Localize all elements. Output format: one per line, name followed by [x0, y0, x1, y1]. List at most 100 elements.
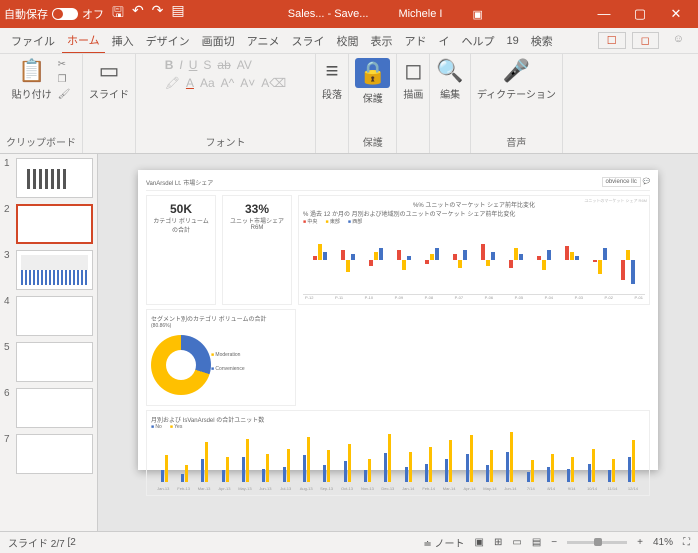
spacing-button[interactable]: AV — [237, 58, 252, 72]
dictation-button[interactable]: 🎤 ディクテーション — [477, 58, 556, 101]
mic-icon: 🎤 — [503, 58, 530, 84]
shapes-icon: ◻ — [404, 58, 422, 84]
slideshow-icon[interactable]: ▤ — [171, 2, 184, 26]
tab-insert[interactable]: 挿入 — [107, 29, 139, 53]
clear-format-button[interactable]: A⌫ — [261, 76, 286, 90]
chart-monthly-units: 月別および IsVanArsdel の合計ユニット数 No Yes Jan-13… — [146, 410, 650, 496]
view-reading-icon[interactable]: ▭ — [512, 537, 521, 548]
protect-button[interactable]: 🔒 保護 — [355, 58, 390, 105]
drawing-button[interactable]: ◻ 描画 — [403, 58, 423, 101]
tab-view[interactable]: 表示 — [365, 29, 397, 53]
ribbon-display-icon[interactable]: ▣ — [472, 8, 482, 21]
notes-button[interactable]: ≐ ノート — [423, 535, 464, 550]
thumb-7[interactable]: 7 — [4, 434, 93, 474]
comments-button[interactable]: ◻ — [632, 32, 659, 49]
strike-button[interactable]: ab — [217, 58, 230, 72]
legend-item: 西部 — [348, 218, 362, 225]
zoom-out-button[interactable]: − — [551, 537, 557, 548]
underline-button[interactable]: U — [189, 58, 198, 72]
donut-icon — [151, 335, 211, 395]
lock-icon: 🔒 — [355, 58, 390, 88]
font-color-button[interactable]: A — [186, 76, 194, 90]
cut-icon[interactable]: ✂ — [58, 59, 71, 70]
tab-19[interactable]: 19 — [501, 31, 523, 51]
toggle-icon[interactable] — [52, 8, 78, 20]
tab-file[interactable]: ファイル — [6, 29, 60, 53]
maximize-button[interactable]: ▢ — [622, 6, 658, 22]
editing-button[interactable]: 🔍 編集 — [436, 58, 463, 101]
save-icon[interactable]: 🖫 — [112, 2, 124, 26]
tab-design[interactable]: デザイン — [141, 29, 195, 53]
dictation-label: ディクテーション — [477, 86, 556, 101]
paste-label: 貼り付け — [12, 86, 52, 101]
tab-review[interactable]: 校閲 — [331, 29, 363, 53]
thumb-2[interactable]: 2 — [4, 204, 93, 244]
group-drawing: ◻ 描画 — [397, 54, 430, 153]
thumb-4[interactable]: 4 — [4, 296, 93, 336]
group-protect: 🔒 保護 保護 — [349, 54, 397, 153]
thumb-5[interactable]: 5 — [4, 342, 93, 382]
group-label: 音声 — [506, 134, 526, 149]
obvience-label: obvience llc — [602, 177, 641, 187]
current-slide[interactable]: VanArsdel Lt. 市場シェア obvience llc 💬 50K カ… — [138, 170, 658, 470]
thumb-6[interactable]: 6 — [4, 388, 93, 428]
chart-segment-donut: セグメント別のカテゴリ ボリュームの合計 (80.86%) Moderation… — [146, 309, 296, 406]
editing-label: 編集 — [440, 86, 460, 101]
paste-button[interactable]: 📋 貼り付け — [12, 58, 52, 101]
title-bar: 自動保存 オフ 🖫 ↶ ↷ ▤ Sales... - Save... Miche… — [0, 0, 698, 28]
redo-icon[interactable]: ↷ — [152, 2, 164, 26]
shadow-button[interactable]: S — [203, 58, 211, 72]
paragraph-button[interactable]: ≡ 段落 — [322, 58, 342, 101]
group-paragraph: ≡ 段落 — [316, 54, 349, 153]
paragraph-label: 段落 — [322, 86, 342, 101]
legend-item: 中央 — [303, 218, 317, 225]
undo-icon[interactable]: ↶ — [132, 2, 144, 26]
view-normal-icon[interactable]: ▣ — [475, 537, 484, 548]
shrink-font-button[interactable]: A˅ — [240, 76, 255, 90]
italic-button[interactable]: I — [179, 58, 182, 72]
language-indicator[interactable]: [2 — [67, 537, 75, 548]
kpi-label: ユニット市場シェア R6M — [229, 216, 285, 231]
slide-editor[interactable]: VanArsdel Lt. 市場シェア obvience llc 💬 50K カ… — [98, 154, 698, 531]
group-label: クリップボード — [6, 134, 76, 149]
legend-item: 東部 — [325, 218, 339, 225]
highlight-button[interactable]: 🖍 — [165, 76, 180, 90]
share-button[interactable]: ☐ — [598, 32, 626, 49]
tab-help[interactable]: ヘルプ — [456, 29, 499, 53]
smiley-icon[interactable]: ☺ — [665, 32, 692, 49]
fit-window-button[interactable]: ⛶ — [683, 537, 690, 548]
user-name: Michele I — [398, 8, 442, 21]
clipboard-icon: 📋 — [18, 58, 45, 84]
close-button[interactable]: ✕ — [658, 6, 694, 22]
slide-counter[interactable]: スライド 2/7 — [8, 535, 65, 550]
tab-animations[interactable]: アニメ — [242, 29, 285, 53]
view-slideshow-icon[interactable]: ▤ — [532, 537, 541, 548]
autosave-toggle[interactable]: 自動保存 オフ — [4, 6, 104, 22]
new-slide-button[interactable]: ▭ スライド — [89, 58, 129, 101]
zoom-in-button[interactable]: + — [637, 537, 643, 548]
slide-thumbnails: 1 2 3 4 5 6 7 — [0, 154, 98, 531]
group-editing: 🔍 編集 — [430, 54, 470, 153]
tab-extra[interactable]: イ — [433, 29, 454, 53]
copy-icon[interactable]: ❐ — [58, 74, 71, 85]
group-font: B I U S ab AV 🖍 A Aa A^ A˅ A⌫ フォント — [136, 54, 316, 153]
thumb-1[interactable]: 1 — [4, 158, 93, 198]
main-area: 1 2 3 4 5 6 7 VanArsdel Lt. 市場シェア obvien… — [0, 154, 698, 531]
view-sorter-icon[interactable]: ⊞ — [494, 537, 502, 548]
kpi-volume: 50K カテゴリ ボリュームの合計 — [146, 195, 216, 305]
tab-slideshow[interactable]: スライ — [286, 29, 329, 53]
status-bar: スライド 2/7 [2 ≐ ノート ▣ ⊞ ▭ ▤ − + 41% ⛶ — [0, 531, 698, 553]
minimize-button[interactable]: — — [586, 6, 622, 22]
tab-transitions[interactable]: 画面切 — [197, 29, 240, 53]
bold-button[interactable]: B — [165, 58, 174, 72]
tab-home[interactable]: ホーム — [62, 28, 105, 54]
zoom-level[interactable]: 41% — [653, 537, 673, 548]
thumb-3[interactable]: 3 — [4, 250, 93, 290]
case-button[interactable]: Aa — [200, 76, 215, 90]
zoom-slider[interactable] — [567, 541, 627, 544]
group-label: フォント — [206, 134, 246, 149]
grow-font-button[interactable]: A^ — [221, 76, 235, 90]
tab-addins[interactable]: アド — [399, 29, 431, 53]
tab-search[interactable]: 検索 — [526, 29, 558, 53]
format-painter-icon[interactable]: 🖌 — [58, 89, 71, 100]
